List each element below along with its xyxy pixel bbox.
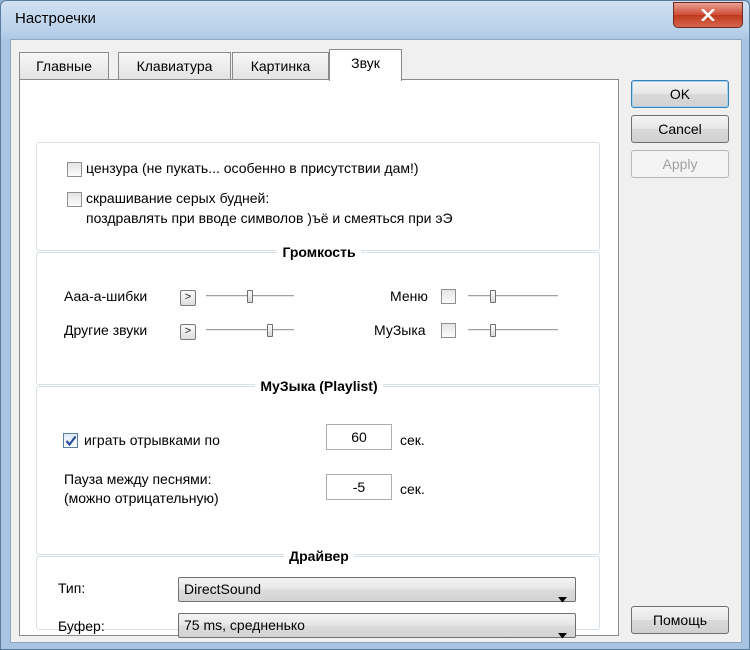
dropdown-arrow-icon <box>558 623 567 646</box>
censorship-label: цензура (не пукать... особенно в присутс… <box>86 160 419 176</box>
other-sounds-label: Другие звуки <box>64 322 148 338</box>
menu-volume-label: Меню <box>390 288 428 304</box>
help-button[interactable]: Помощь <box>631 606 729 634</box>
dialog-client-area: Главные Клавиатура Картинка Звук цензура… <box>10 39 742 643</box>
fragments-seconds-input[interactable]: 60 <box>326 424 392 450</box>
window-title: Настроечки <box>15 10 96 27</box>
cancel-button[interactable]: Cancel <box>631 115 729 143</box>
volume-group <box>36 252 600 385</box>
tab-general[interactable]: Главные <box>19 52 109 79</box>
errors-volume-slider[interactable] <box>206 290 294 304</box>
apply-button[interactable]: Apply <box>631 150 729 178</box>
music-checkbox[interactable] <box>441 323 456 338</box>
slider-thumb[interactable] <box>267 324 273 337</box>
fragments-unit: сек. <box>400 432 425 448</box>
ok-button[interactable]: OK <box>631 80 729 108</box>
play-icon: > <box>184 291 192 303</box>
pause-seconds-input[interactable]: -5 <box>326 474 392 500</box>
playlist-group-title: МуЗыка (Playlist) <box>20 378 618 394</box>
title-bar[interactable]: Настроечки <box>1 1 749 39</box>
tab-sound[interactable]: Звук <box>329 49 402 81</box>
tab-picture[interactable]: Картинка <box>232 52 329 79</box>
fragments-label: играть отрывками по <box>84 432 220 448</box>
pause-label-line1: Пауза между песнями: <box>64 471 212 487</box>
gray-days-checkbox[interactable] <box>67 192 82 207</box>
pause-label-line2: (можно отрицательную) <box>64 490 219 506</box>
driver-type-select[interactable]: DirectSound <box>178 577 576 603</box>
slider-thumb[interactable] <box>247 290 253 303</box>
volume-group-title: Громкость <box>20 244 618 260</box>
tab-keyboard[interactable]: Клавиатура <box>118 52 231 79</box>
buffer-select[interactable]: 75 ms, средненько <box>178 613 576 639</box>
music-volume-label: МуЗыка <box>374 322 426 338</box>
fragments-checkbox[interactable] <box>63 433 78 448</box>
driver-group-title: Драйвер <box>20 548 618 564</box>
buffer-label: Буфер: <box>58 618 105 634</box>
menu-volume-slider[interactable] <box>468 290 558 304</box>
slider-thumb[interactable] <box>490 324 496 337</box>
pause-unit: сек. <box>400 481 425 497</box>
music-volume-slider[interactable] <box>468 324 558 338</box>
driver-type-label: Тип: <box>58 580 86 596</box>
errors-volume-label: Ааа-а-шибки <box>64 288 148 304</box>
settings-window: Настроечки Главные Клавиатура Картинка З… <box>0 0 750 650</box>
driver-type-value: DirectSound <box>184 581 262 597</box>
close-button[interactable] <box>673 2 743 28</box>
censorship-checkbox[interactable] <box>67 162 82 177</box>
sound-tab-panel: цензура (не пукать... особенно в присутс… <box>19 79 619 639</box>
menu-sound-checkbox[interactable] <box>441 289 456 304</box>
other-sounds-volume-slider[interactable] <box>206 324 294 338</box>
slider-thumb[interactable] <box>490 290 496 303</box>
close-icon <box>701 9 715 21</box>
buffer-value: 75 ms, средненько <box>184 617 305 633</box>
errors-play-button[interactable]: > <box>180 290 196 306</box>
play-icon: > <box>184 325 192 337</box>
gray-days-label-line1: скрашивание серых будней: <box>86 190 270 206</box>
dropdown-arrow-icon <box>558 587 567 610</box>
gray-days-label-line2: поздравлять при вводе символов )ъё и сме… <box>86 210 453 226</box>
other-sounds-play-button[interactable]: > <box>180 324 196 340</box>
